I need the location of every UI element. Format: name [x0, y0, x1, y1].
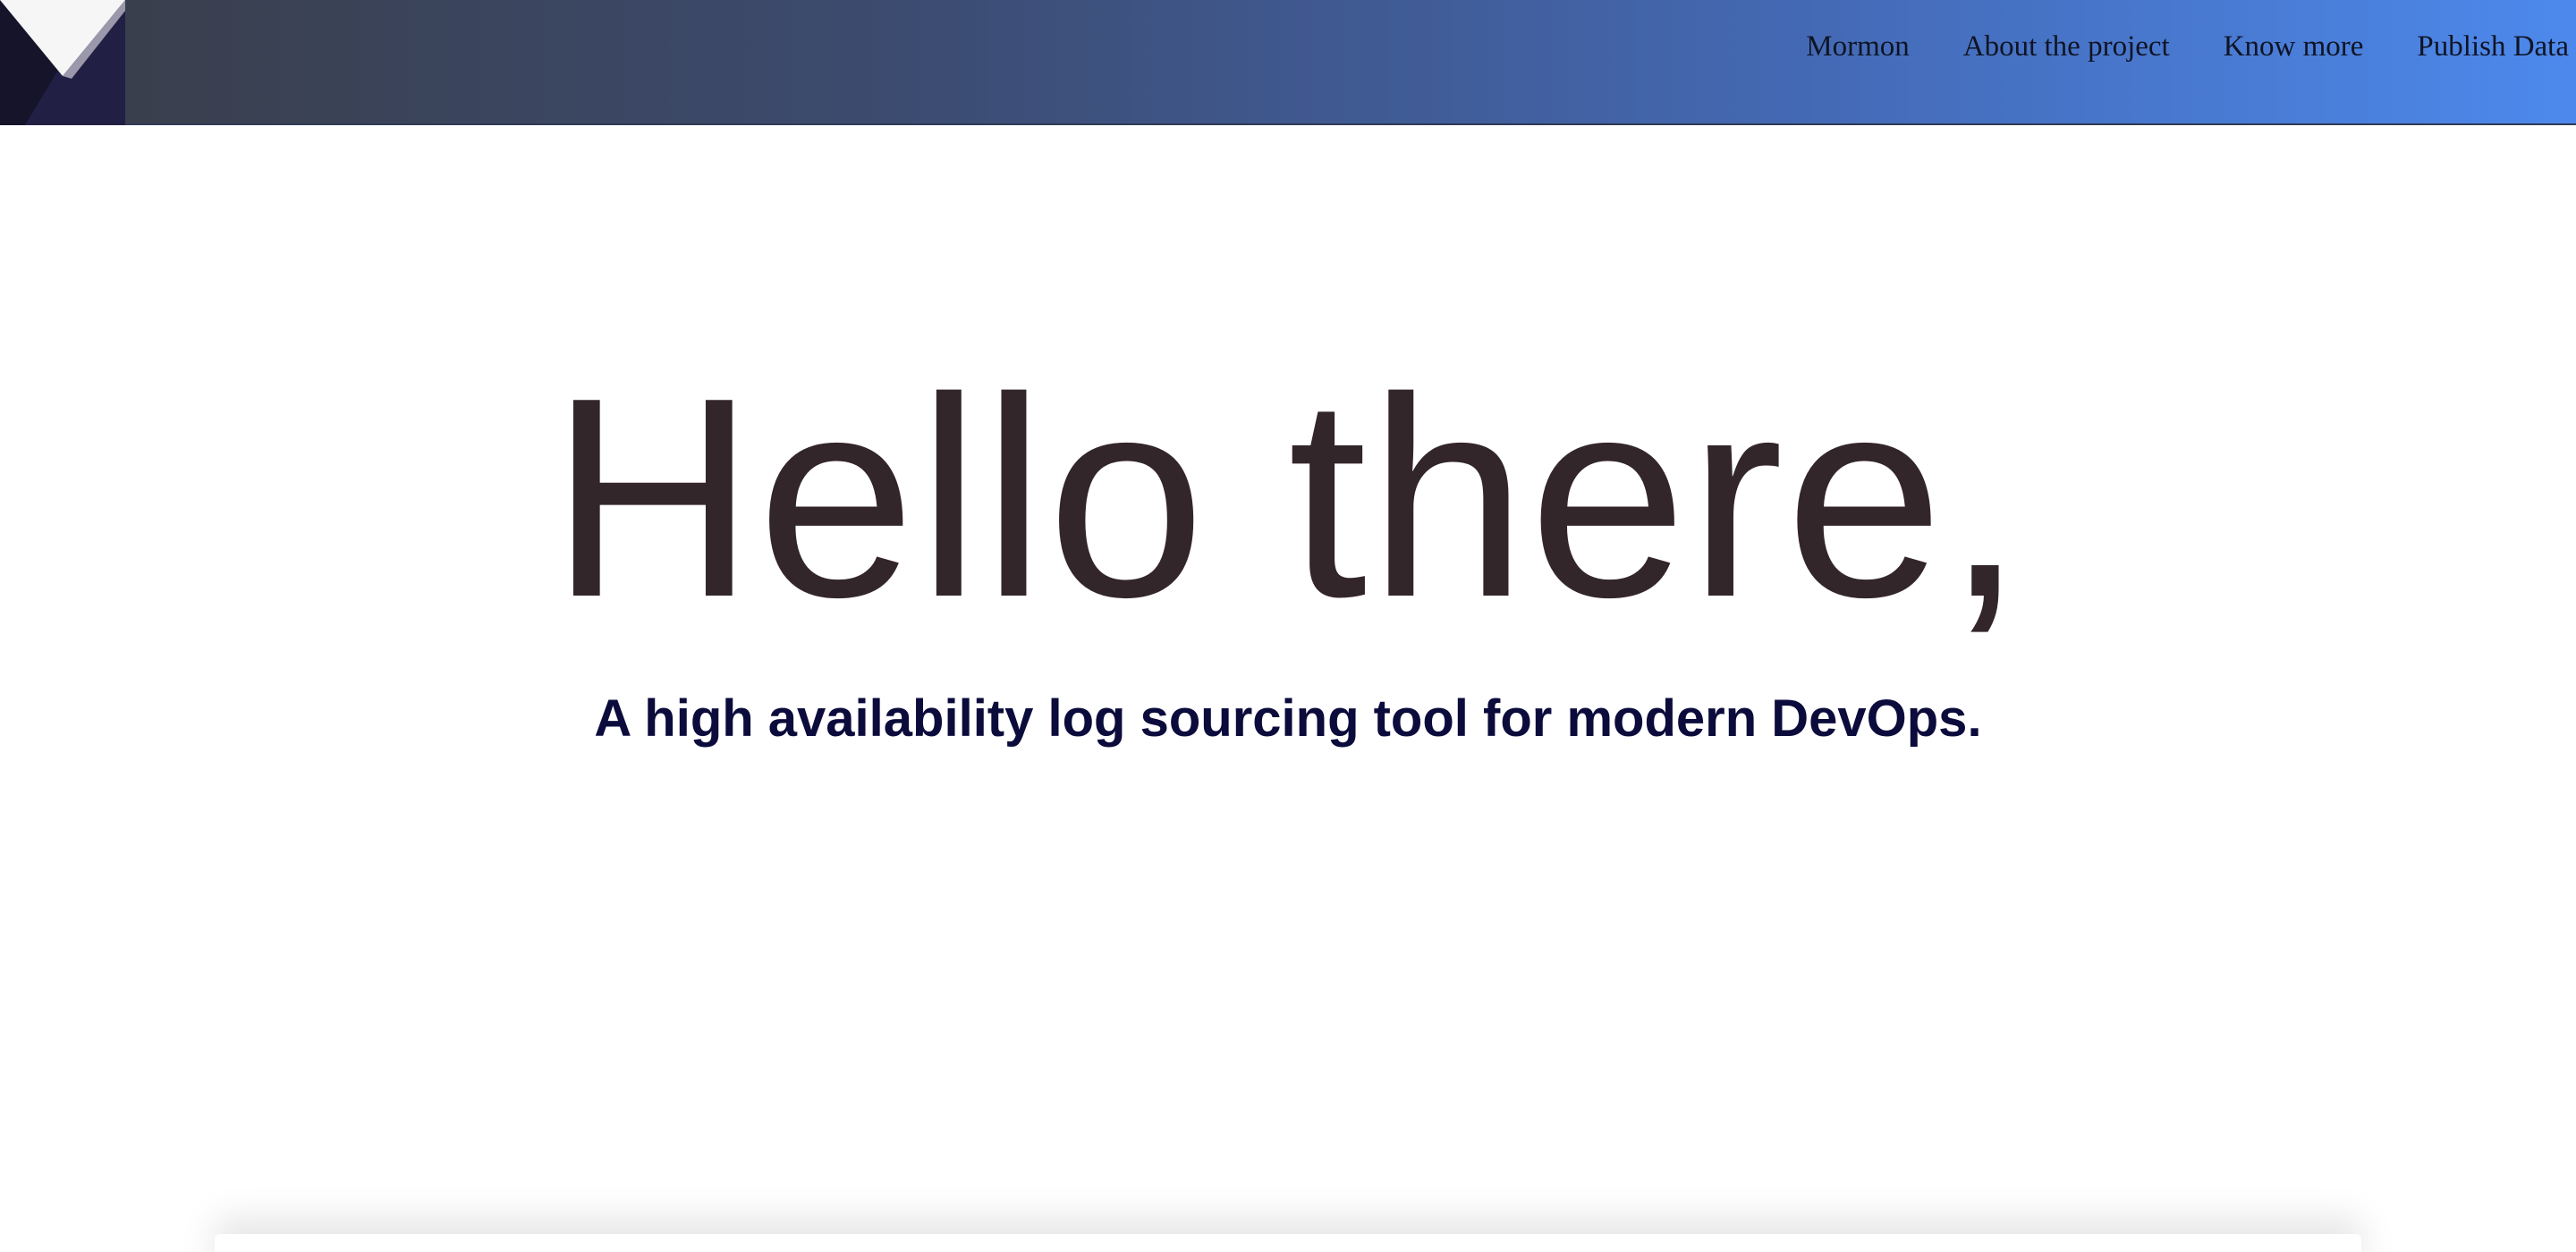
- hero-subtitle: A high availability log sourcing tool fo…: [594, 689, 1982, 748]
- hero-section: Hello there, A high availability log sou…: [0, 0, 2576, 1252]
- page: Mormon About the project Know more Publi…: [0, 0, 2576, 1252]
- hero-title: Hello there,: [549, 339, 2027, 656]
- content-card-edge: [215, 1234, 2361, 1252]
